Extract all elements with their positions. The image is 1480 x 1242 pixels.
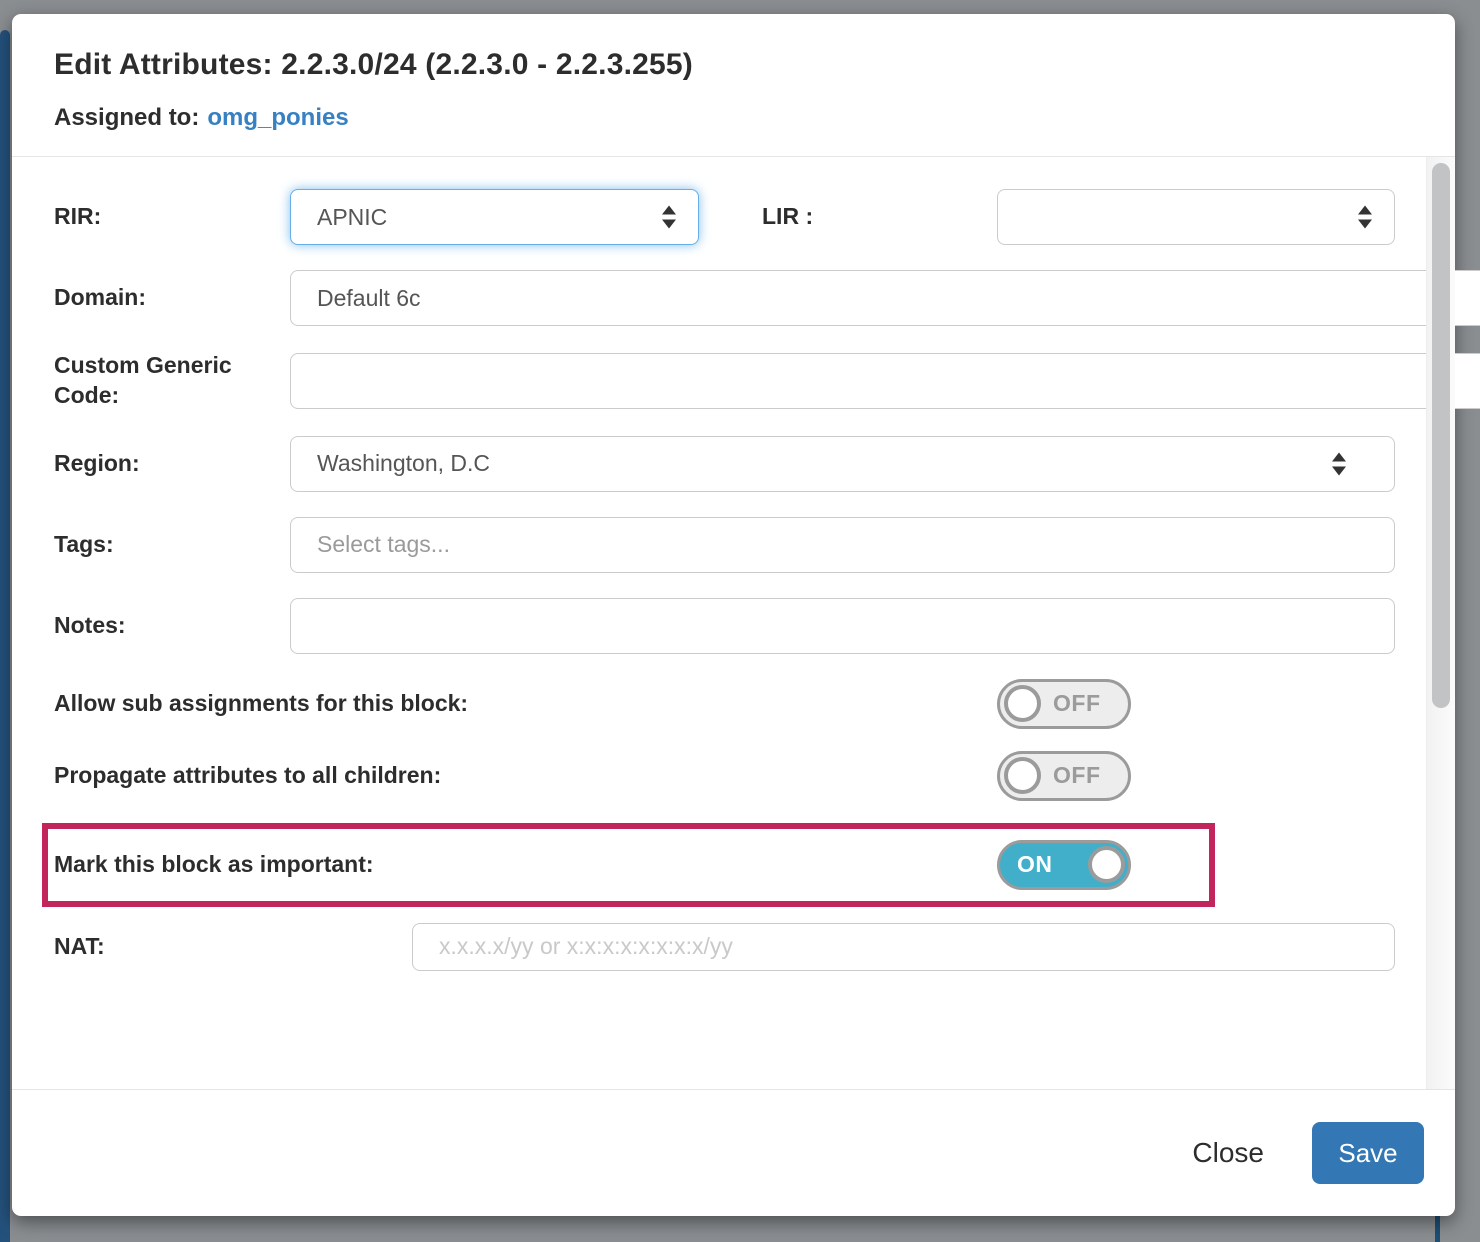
select-arrows-icon xyxy=(1358,206,1372,229)
form-row-domain-vlan: Domain: VLAN: 2 - QA VLAN xyxy=(54,270,1395,326)
form-row-allow-sub-assignments: Allow sub assignments for this block: OF… xyxy=(54,679,1395,729)
modal-title: Edit Attributes: 2.2.3.0/24 (2.2.3.0 - 2… xyxy=(54,48,1413,82)
toggle-knob xyxy=(1088,846,1125,883)
toggle-knob xyxy=(1004,685,1041,722)
assigned-to-label: Assigned to: xyxy=(54,104,199,131)
toggle-knob xyxy=(1004,757,1041,794)
mark-important-toggle[interactable]: ON xyxy=(997,840,1131,890)
toggle-state-label: OFF xyxy=(1053,762,1101,789)
custom-generic-code-label: Custom Generic Code: xyxy=(54,351,290,411)
form-row-nat: NAT: xyxy=(54,923,1395,971)
custom-generic-code-input[interactable] xyxy=(290,353,1480,409)
form-row-notes: Notes: xyxy=(54,598,1395,654)
form-row-code-asn: Custom Generic Code: ASN: xyxy=(54,351,1395,411)
toggle-state-label: ON xyxy=(1017,851,1053,878)
region-label: Region: xyxy=(54,449,290,479)
nat-label: NAT: xyxy=(54,932,412,962)
scrollbar-thumb[interactable] xyxy=(1432,163,1450,708)
background-page-line xyxy=(1435,1216,1440,1242)
domain-input[interactable] xyxy=(290,270,1480,326)
form-row-tags: Tags: xyxy=(54,517,1395,573)
tags-label: Tags: xyxy=(54,530,290,560)
region-select-value: Washington, D.C xyxy=(317,450,490,477)
select-arrows-icon xyxy=(662,206,676,229)
close-button[interactable]: Close xyxy=(1186,1136,1270,1170)
toggle-state-label: OFF xyxy=(1053,690,1101,717)
form-row-region: Region: Washington, D.C xyxy=(54,436,1395,492)
rir-select[interactable]: APNIC xyxy=(290,189,699,245)
nat-input[interactable] xyxy=(412,923,1395,971)
save-button[interactable]: Save xyxy=(1312,1122,1424,1184)
modal-title-range: 2.2.3.0/24 (2.2.3.0 - 2.2.3.255) xyxy=(281,48,693,81)
modal-body: RIR: APNIC LIR : Domain: VLAN: 2 - QA VL… xyxy=(12,156,1455,1089)
assigned-to-link[interactable]: omg_ponies xyxy=(207,104,348,131)
notes-label: Notes: xyxy=(54,611,290,641)
notes-input[interactable] xyxy=(290,598,1395,654)
form-row-propagate-attributes: Propagate attributes to all children: OF… xyxy=(54,751,1395,801)
propagate-attributes-toggle[interactable]: OFF xyxy=(997,751,1131,801)
assigned-to-row: Assigned to: omg_ponies xyxy=(54,104,1413,132)
tags-input[interactable] xyxy=(290,517,1395,573)
modal-header: Edit Attributes: 2.2.3.0/24 (2.2.3.0 - 2… xyxy=(12,14,1455,156)
rir-select-value: APNIC xyxy=(317,204,387,231)
lir-label: LIR : xyxy=(699,202,997,232)
form-row-mark-important-highlighted: Mark this block as important: ON xyxy=(42,823,1215,907)
lir-select[interactable] xyxy=(997,189,1395,245)
modal-footer: Close Save xyxy=(12,1089,1455,1216)
mark-important-label: Mark this block as important: xyxy=(54,850,997,880)
rir-label: RIR: xyxy=(54,202,290,232)
scrollbar-track[interactable] xyxy=(1426,157,1455,1089)
propagate-attributes-label: Propagate attributes to all children: xyxy=(54,761,997,791)
domain-label: Domain: xyxy=(54,283,290,313)
allow-sub-assignments-toggle[interactable]: OFF xyxy=(997,679,1131,729)
allow-sub-assignments-label: Allow sub assignments for this block: xyxy=(54,689,997,719)
background-page-panel xyxy=(0,30,10,1242)
select-arrows-icon xyxy=(1332,452,1346,475)
region-select[interactable]: Washington, D.C xyxy=(290,436,1395,492)
modal-title-prefix: Edit Attributes: xyxy=(54,48,273,81)
form-row-rir-lir: RIR: APNIC LIR : xyxy=(54,189,1395,245)
edit-attributes-modal: Edit Attributes: 2.2.3.0/24 (2.2.3.0 - 2… xyxy=(12,14,1455,1216)
